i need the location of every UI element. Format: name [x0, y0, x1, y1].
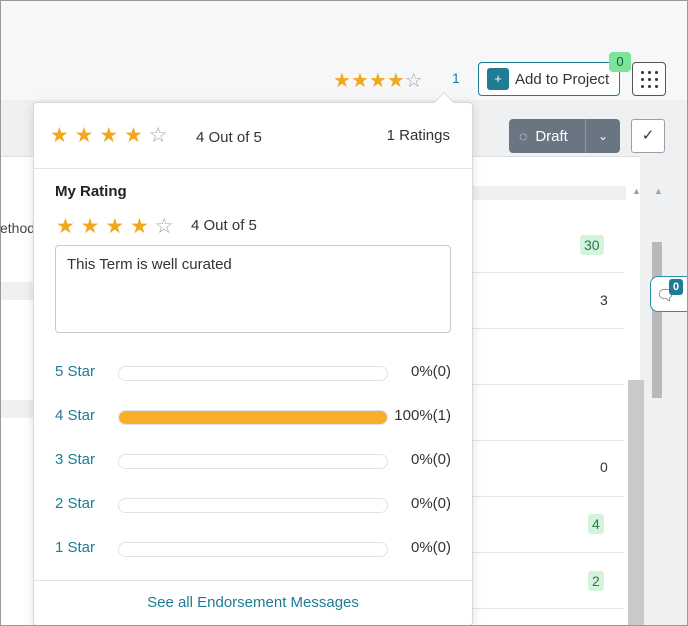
- star-filled-icon: ★: [124, 124, 143, 147]
- distribution-star-link[interactable]: 1 Star: [55, 539, 95, 556]
- sort-up-icon[interactable]: ▲: [632, 186, 641, 196]
- rating-distribution-row: 5 Star 0%(0): [55, 361, 451, 383]
- distribution-bar-fill: [119, 411, 387, 424]
- distribution-star-link[interactable]: 5 Star: [55, 363, 95, 380]
- star-filled-icon[interactable]: ★: [369, 70, 387, 92]
- star-filled-icon[interactable]: ★: [387, 70, 405, 92]
- star-filled-icon: ★: [99, 124, 119, 147]
- distribution-percent: 100%(1): [394, 407, 451, 424]
- add-to-project-icon: +: [487, 68, 509, 90]
- popover-footer: See all Endorsement Messages: [34, 580, 472, 626]
- add-to-project-button[interactable]: + Add to Project: [478, 62, 620, 96]
- status-label: Draft: [535, 127, 568, 145]
- my-rating-value: 4 Out of 5: [191, 217, 257, 234]
- distribution-bar: [118, 454, 388, 469]
- status-button[interactable]: ◌ Draft: [509, 128, 585, 145]
- distribution-percent: 0%(0): [410, 495, 451, 512]
- star-filled-icon: ★: [74, 124, 94, 147]
- star-filled-icon[interactable]: ★: [351, 70, 369, 92]
- my-rating-comment[interactable]: This Term is well curated: [55, 245, 451, 333]
- check-icon: ✓: [641, 127, 655, 144]
- overall-star-rating: ★ ★ ★ ★ ☆: [50, 123, 168, 148]
- distribution-bar: [118, 498, 388, 513]
- table-cell-count: 0: [600, 459, 608, 475]
- apps-grid-button[interactable]: [632, 62, 666, 96]
- star-filled-icon[interactable]: ★: [105, 215, 124, 238]
- star-filled-icon[interactable]: ★: [130, 215, 149, 238]
- table-cell-count: 2: [588, 571, 604, 591]
- header-rating-count[interactable]: 1: [452, 70, 460, 86]
- rating-distribution-row: 4 Star 100%(1): [55, 405, 451, 427]
- table-row-divider: [472, 496, 624, 497]
- my-rating-title: My Rating: [55, 183, 127, 200]
- sort-up-icon[interactable]: ▲: [654, 186, 663, 196]
- left-row-band: [0, 400, 34, 418]
- see-all-endorsements-link[interactable]: See all Endorsement Messages: [147, 594, 359, 611]
- table-cell-count: 3: [600, 292, 608, 308]
- table-scrollbar[interactable]: [628, 380, 644, 626]
- left-row-band: [0, 282, 34, 300]
- rating-distribution-row: 1 Star 0%(0): [55, 537, 451, 559]
- chevron-down-icon[interactable]: ⌄: [586, 129, 620, 143]
- table-row-divider: [472, 608, 624, 609]
- rating-popover: ★ ★ ★ ★ ☆ 4 Out of 5 1 Ratings My Rating…: [33, 102, 473, 626]
- star-filled-icon[interactable]: ★: [81, 215, 100, 238]
- table-cell-count: 4: [588, 514, 604, 534]
- rating-distribution-row: 2 Star 0%(0): [55, 493, 451, 515]
- approve-check-button[interactable]: ✓: [631, 119, 665, 153]
- distribution-star-link[interactable]: 4 Star: [55, 407, 95, 424]
- distribution-bar: [118, 410, 388, 425]
- comments-button[interactable]: 🗨 0: [650, 276, 688, 312]
- overall-rating-value: 4 Out of 5: [196, 129, 262, 146]
- table-row-divider: [472, 328, 624, 329]
- table-row-divider: [472, 272, 624, 273]
- header-star-rating[interactable]: ★★★★☆: [333, 68, 423, 93]
- table-row-divider: [472, 384, 624, 385]
- truncated-column-text: ethod: [0, 220, 36, 236]
- total-ratings: 1 Ratings: [386, 127, 450, 144]
- table-row-divider: [472, 552, 624, 553]
- table-header-strip: [470, 186, 626, 200]
- loading-circle-icon: ◌: [519, 128, 528, 144]
- page-scrollbar[interactable]: [652, 242, 662, 398]
- star-filled-icon[interactable]: ★: [333, 70, 351, 92]
- distribution-percent: 0%(0): [410, 451, 451, 468]
- comment-count-badge: 0: [669, 279, 683, 295]
- star-filled-icon: ★: [50, 124, 69, 147]
- table-cell-count: 30: [580, 235, 604, 255]
- distribution-bar: [118, 366, 388, 381]
- distribution-star-link[interactable]: 2 Star: [55, 495, 95, 512]
- star-empty-icon: ☆: [148, 124, 168, 147]
- status-dropdown[interactable]: ◌ Draft ⌄: [509, 119, 620, 153]
- distribution-percent: 0%(0): [410, 539, 451, 556]
- project-count-badge: 0: [609, 52, 631, 72]
- table-row-divider: [472, 440, 624, 441]
- star-empty-icon[interactable]: ☆: [155, 215, 174, 238]
- distribution-star-link[interactable]: 3 Star: [55, 451, 95, 468]
- rating-summary: ★ ★ ★ ★ ☆ 4 Out of 5 1 Ratings: [34, 103, 472, 169]
- rating-distribution-row: 3 Star 0%(0): [55, 449, 451, 471]
- star-filled-icon[interactable]: ★: [56, 215, 75, 238]
- distribution-bar: [118, 542, 388, 557]
- my-star-rating[interactable]: ★ ★ ★ ★ ☆: [56, 214, 174, 239]
- distribution-percent: 0%(0): [410, 363, 451, 380]
- star-empty-icon[interactable]: ☆: [405, 70, 423, 92]
- add-to-project-label: Add to Project: [515, 70, 610, 88]
